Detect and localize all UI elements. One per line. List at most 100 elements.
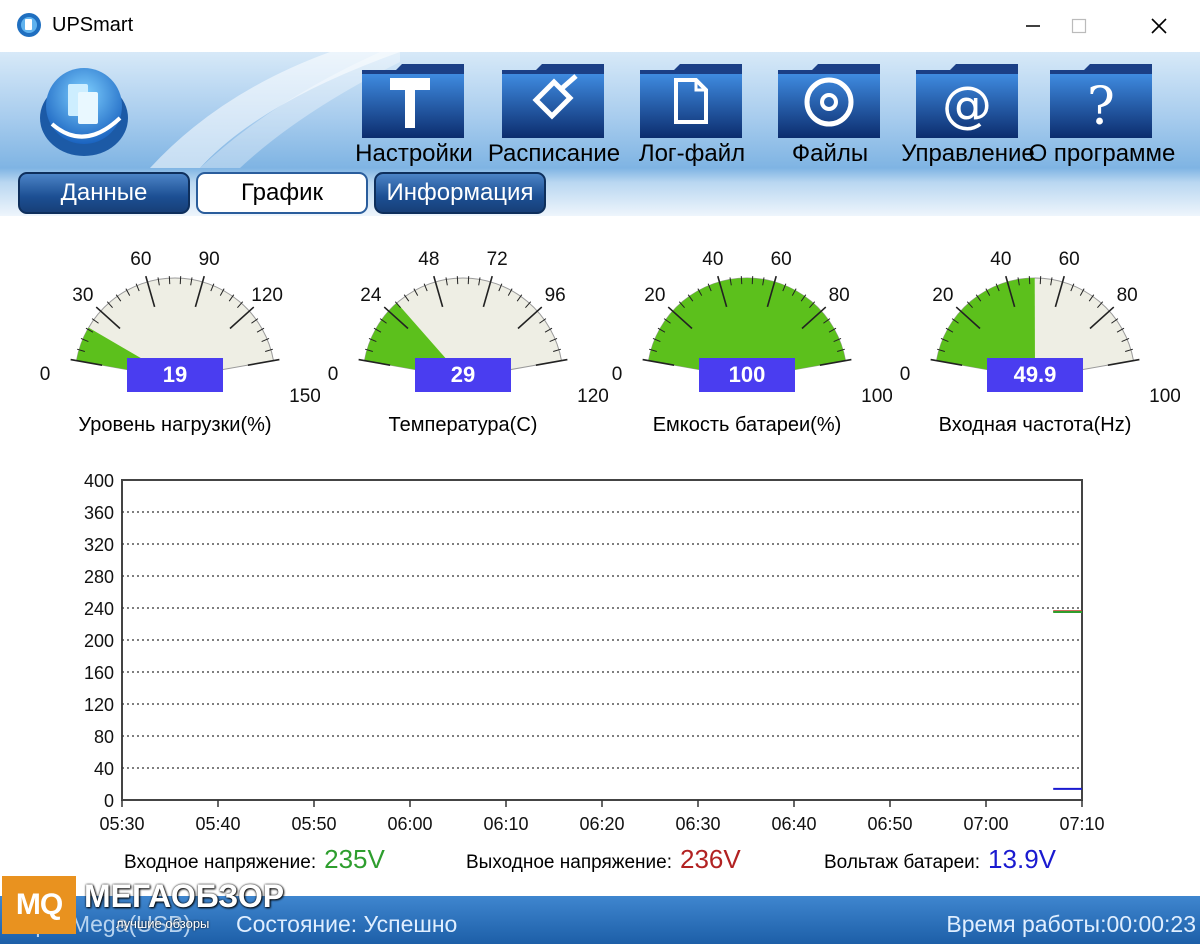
gauge-tick-label: 60	[1059, 249, 1080, 270]
hammer-icon	[362, 64, 464, 138]
x-tick-label: 05:50	[291, 814, 336, 834]
gauge-tick-label: 30	[72, 285, 93, 306]
gauge-tick-label: 120	[251, 285, 283, 306]
toolbar: Настройки Расписание Лог-файл Файлы @ Уп…	[0, 52, 1200, 168]
battery-voltage-value: 13.9V	[988, 844, 1056, 874]
x-tick-label: 06:50	[867, 814, 912, 834]
x-tick-label: 06:20	[579, 814, 624, 834]
gauge-tick-label: 60	[130, 249, 151, 270]
gauge-value: 19	[127, 358, 223, 392]
gauge-tick-label: 150	[289, 386, 320, 406]
document-icon	[640, 64, 742, 138]
gauge-tick-label: 0	[40, 364, 51, 385]
gauge-tick-label: 80	[829, 285, 850, 306]
x-tick-label: 06:40	[771, 814, 816, 834]
toolbar-label: О программе	[1028, 140, 1176, 167]
toolbar-button-schedule[interactable]: Расписание	[484, 56, 624, 168]
gauge-tick-label: 80	[1117, 285, 1138, 306]
close-icon	[1151, 18, 1167, 34]
input-voltage-readout: Входное напряжение: 235V	[124, 844, 385, 875]
voltage-chart: 0 40 80 120 160 200 240 280 320 360 400 05:30 05:40 0…	[84, 471, 1105, 834]
gauge-tick-label: 40	[702, 249, 723, 270]
watermark-subtitle: лучшие обзоры	[116, 916, 210, 931]
question-icon: ?	[1050, 64, 1152, 138]
toolbar-label: Файлы	[791, 140, 869, 167]
toolbar-label: Расписание	[487, 140, 621, 167]
y-tick-label: 240	[84, 599, 114, 619]
gauge-label: Емкость батареи(%)	[652, 414, 842, 436]
x-tick-label: 07:10	[1059, 814, 1104, 834]
disc-icon	[778, 64, 880, 138]
svg-text:@: @	[942, 76, 992, 134]
gauge-value: 49.9	[987, 358, 1083, 392]
y-tick-label: 40	[94, 759, 114, 779]
x-tick-label: 06:10	[483, 814, 528, 834]
gauge-label: Уровень нагрузки(%)	[78, 414, 272, 436]
output-voltage-value: 236V	[679, 844, 741, 874]
status-uptime: Время работы:00:00:23	[946, 911, 1196, 937]
maximize-button[interactable]	[1056, 8, 1102, 44]
toolbar-label: Настройки	[355, 140, 473, 167]
gauge-value: 29	[415, 358, 511, 392]
x-tick-label: 07:00	[963, 814, 1008, 834]
gauge-tick-label: 40	[990, 249, 1011, 270]
status-state: Состояние: Успешно	[236, 911, 458, 937]
gauge-tick-label: 72	[487, 249, 508, 270]
y-tick-label: 160	[84, 663, 114, 683]
x-tick-label: 05:40	[195, 814, 240, 834]
y-tick-label: 280	[84, 567, 114, 587]
y-tick-label: 360	[84, 503, 114, 523]
watermark: MQ МЕГАОБЗОР лучшие обзоры	[2, 872, 284, 940]
gauge-tick-label: 100	[861, 386, 892, 406]
x-tick-label: 06:00	[387, 814, 432, 834]
minimize-icon	[1026, 25, 1040, 27]
input-voltage-label: Входное напряжение:	[124, 852, 317, 873]
toolbar-button-control[interactable]: @ Управление	[898, 56, 1038, 168]
gauge: 0 24 48 72 96 120 29 Температура(C)	[318, 246, 608, 456]
svg-text:?: ?	[1087, 77, 1115, 137]
gauge: 0 30 60 90 120 150 19 Уровень нагрузки(%)	[30, 246, 320, 456]
gauge-value: 100	[699, 358, 795, 392]
toolbar-button-settings[interactable]: Настройки	[344, 56, 484, 168]
watermark-text: МЕГАОБЗОР	[84, 878, 285, 914]
title-bar: UPSmart	[0, 0, 1200, 52]
tab-graph[interactable]: График	[196, 172, 368, 214]
app-logo-icon	[17, 13, 41, 37]
tab-data[interactable]: Данные	[18, 172, 190, 214]
y-tick-label: 0	[104, 791, 114, 811]
gauge-label: Входная частота(Hz)	[938, 414, 1132, 436]
gauge: 0 20 40 60 80 100 49.9 Входная частота(Hz)	[890, 246, 1180, 456]
toolbar-button-about[interactable]: ? О программе	[1029, 56, 1175, 168]
gauge-tick-label: 96	[545, 285, 566, 306]
graph-panel: 0 30 60 90 120 150 19 Уровень нагрузки(%) 0 24 48 7…	[0, 216, 1200, 896]
toolbar-button-logfile[interactable]: Лог-файл	[622, 56, 762, 168]
tab-information[interactable]: Информация	[374, 172, 546, 214]
x-tick-label: 05:30	[99, 814, 144, 834]
gauge-tick-label: 0	[900, 364, 911, 385]
gauge-tick-label: 20	[932, 285, 953, 306]
y-tick-label: 120	[84, 695, 114, 715]
gauge: 0 20 40 60 80 100 100 Емкость батареи(%)	[602, 246, 892, 456]
minimize-button[interactable]	[1010, 8, 1056, 44]
gauge-tick-label: 0	[328, 364, 339, 385]
y-tick-label: 320	[84, 535, 114, 555]
toolbar-label: Лог-файл	[638, 140, 746, 167]
tab-strip: Данные График Информация	[0, 168, 1200, 216]
gauge-tick-label: 0	[612, 364, 623, 385]
gauge-tick-label: 48	[418, 249, 439, 270]
window-title: UPSmart	[52, 14, 134, 36]
output-voltage-label: Выходное напряжение:	[466, 852, 672, 873]
app-logo	[40, 68, 128, 156]
pencil-icon	[502, 64, 604, 138]
watermark-badge: MQ	[2, 876, 76, 934]
y-tick-label: 400	[84, 471, 114, 491]
gauge-tick-label: 24	[360, 285, 382, 306]
y-tick-label: 80	[94, 727, 114, 747]
gauge-tick-label: 20	[644, 285, 665, 306]
close-button[interactable]	[1136, 8, 1182, 44]
maximize-icon	[1071, 18, 1087, 34]
input-voltage-value: 235V	[324, 844, 385, 874]
toolbar-button-files[interactable]: Файлы	[760, 56, 900, 168]
gauge-tick-label: 90	[199, 249, 220, 270]
at-icon: @	[916, 64, 1018, 138]
